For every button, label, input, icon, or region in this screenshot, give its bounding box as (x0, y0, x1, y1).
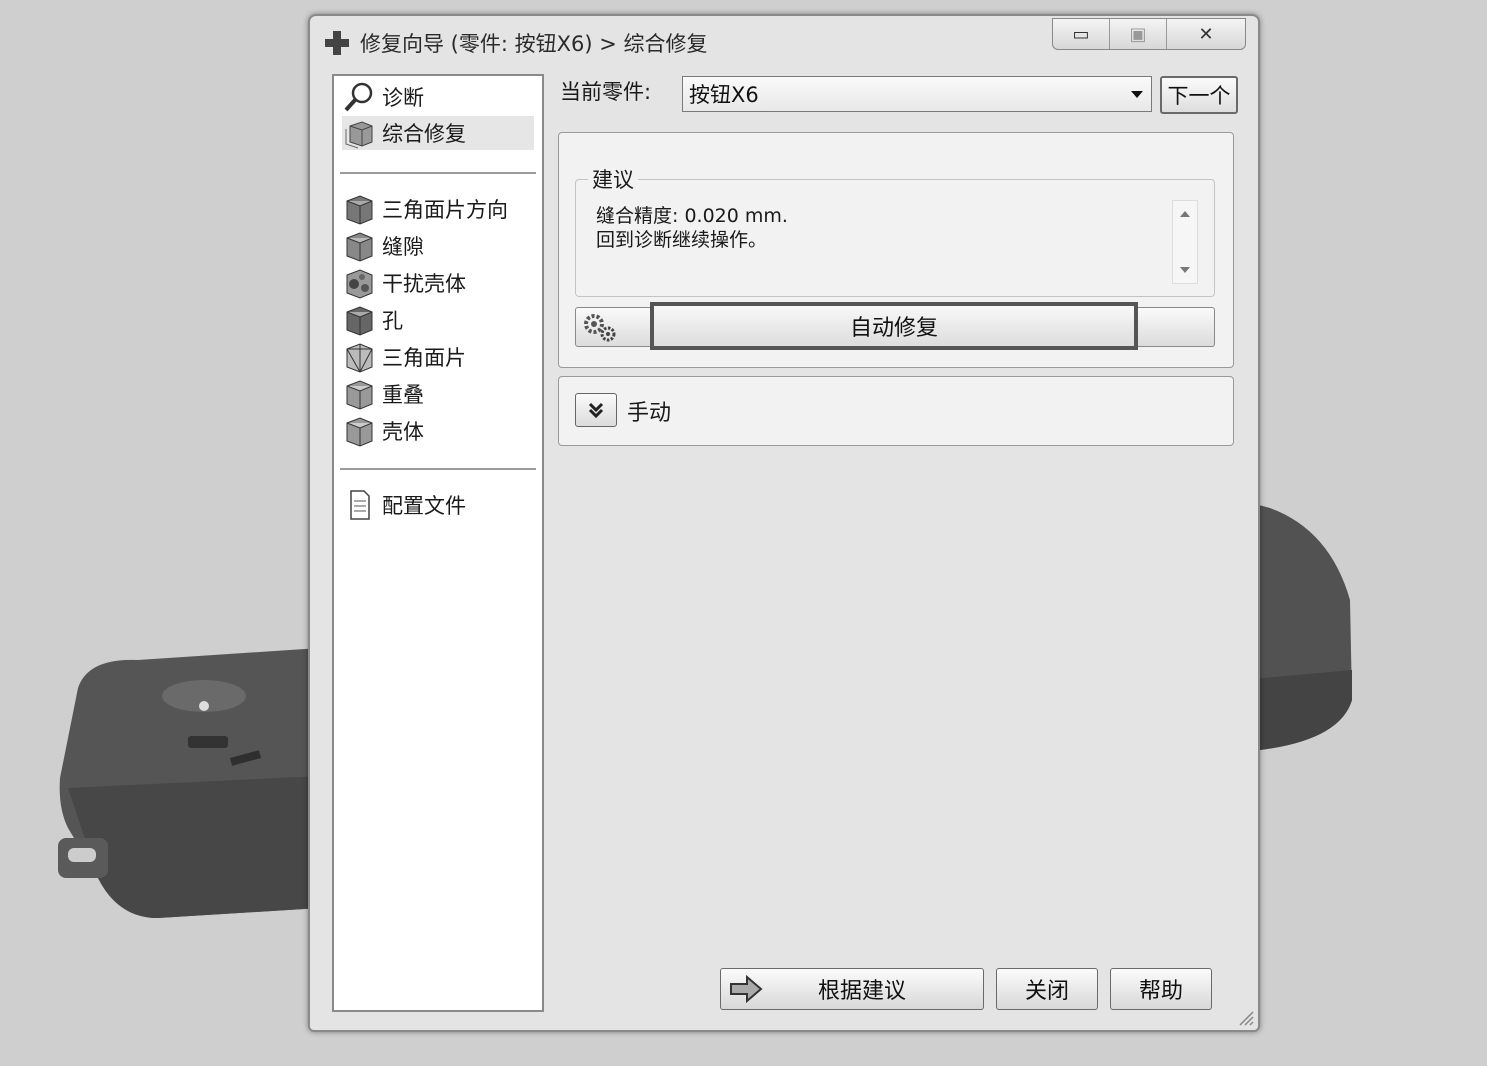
next-button[interactable]: 下一个 (1160, 76, 1238, 114)
suggestion-line-1: 缝合精度: 0.020 mm. (596, 205, 788, 227)
title-bar: 修复向导 (零件: 按钮X6) > 综合修复 ▭ ▣ ✕ (310, 16, 1258, 68)
sidebar-item-interfering-shells[interactable]: 干扰壳体 (342, 266, 466, 300)
sidebar-item-label: 三角面片方向 (382, 198, 508, 222)
gears-icon (584, 314, 616, 342)
dropdown-arrow-icon (1131, 91, 1143, 98)
suggestion-panel: 建议 缝合精度: 0.020 mm. 回到诊断继续操作。 自动修复 (558, 132, 1234, 368)
window-title: 修复向导 (零件: 按钮X6) > 综合修复 (360, 32, 708, 56)
suggestion-group: 建议 缝合精度: 0.020 mm. 回到诊断继续操作。 (575, 164, 1215, 297)
sidebar-item-profile[interactable]: 配置文件 (342, 488, 466, 522)
sidebar-item-comprehensive-repair[interactable]: 综合修复 (342, 116, 534, 150)
current-part-label: 当前零件: (560, 80, 652, 104)
sidebar-item-overlap[interactable]: 重叠 (342, 377, 424, 411)
cube-icon (346, 306, 373, 336)
suggestion-title: 建议 (588, 164, 638, 194)
magnifier-icon (344, 82, 373, 112)
sidebar-item-label: 综合修复 (382, 122, 466, 146)
apply-suggestion-button[interactable]: 根据建议 (720, 968, 984, 1010)
cube-icon (346, 380, 373, 410)
double-chevron-down-icon (588, 402, 604, 419)
close-window-button[interactable]: ✕ (1167, 19, 1245, 49)
sidebar-item-shells[interactable]: 壳体 (342, 414, 424, 448)
cube-icon (346, 232, 373, 262)
cube-stack-icon (345, 121, 373, 149)
close-icon: ✕ (1198, 23, 1214, 45)
sidebar-divider (340, 172, 536, 174)
suggestion-text: 缝合精度: 0.020 mm. 回到诊断继续操作。 (596, 204, 788, 252)
app-icon (325, 31, 349, 55)
sidebar-item-label: 壳体 (382, 420, 424, 444)
cube-icon (346, 417, 373, 447)
manual-section: 手动 (558, 376, 1234, 446)
maximize-icon: ▣ (1129, 23, 1147, 45)
document-icon (350, 490, 370, 520)
sidebar-item-label: 缝隙 (382, 235, 424, 259)
suggestion-scrollbar[interactable] (1172, 200, 1198, 284)
wireframe-cube-icon (346, 343, 373, 373)
current-part-dropdown[interactable]: 按钮X6 (682, 76, 1152, 112)
close-button[interactable]: 关闭 (996, 968, 1098, 1010)
sidebar-item-triangle-orientation[interactable]: 三角面片方向 (342, 192, 508, 226)
minimize-button[interactable]: ▭ (1053, 19, 1110, 49)
sidebar-item-triangles[interactable]: 三角面片 (342, 340, 466, 374)
maximize-button[interactable]: ▣ (1110, 19, 1167, 49)
auto-fix-bar: 自动修复 (575, 302, 1215, 350)
cube-icon (346, 195, 373, 225)
sidebar-item-label: 干扰壳体 (382, 272, 466, 296)
scroll-up-icon[interactable] (1180, 211, 1190, 217)
sidebar-item-gaps[interactable]: 缝隙 (342, 229, 424, 263)
sidebar-item-label: 孔 (382, 309, 403, 333)
sidebar-divider (340, 468, 536, 470)
expand-manual-button[interactable] (575, 393, 617, 427)
sidebar-nav: 诊断 综合修复 三角面片方向 缝隙 干扰壳体 孔 三角面片 重叠 壳体 配置文件 (332, 74, 544, 1012)
sidebar-item-label: 诊断 (382, 86, 424, 110)
auto-fix-button[interactable]: 自动修复 (650, 302, 1138, 350)
current-part-value: 按钮X6 (689, 83, 759, 107)
sidebar-item-label: 配置文件 (382, 494, 466, 518)
arrow-right-icon (730, 974, 763, 1004)
minimize-icon: ▭ (1072, 23, 1090, 45)
window-controls: ▭ ▣ ✕ (1052, 18, 1246, 50)
help-button[interactable]: 帮助 (1110, 968, 1212, 1010)
sidebar-item-holes[interactable]: 孔 (342, 303, 403, 337)
sidebar-item-diagnose[interactable]: 诊断 (342, 80, 424, 114)
repair-wizard-window: 修复向导 (零件: 按钮X6) > 综合修复 ▭ ▣ ✕ 诊断 综合修复 三角面… (308, 14, 1260, 1032)
apply-suggestion-label: 根据建议 (817, 979, 906, 1004)
3d-model-left (58, 648, 320, 918)
suggestion-line-2: 回到诊断继续操作。 (596, 229, 768, 251)
sidebar-item-label: 三角面片 (382, 346, 466, 370)
manual-label: 手动 (627, 401, 672, 426)
gear-cube-icon (346, 269, 373, 299)
sidebar-item-label: 重叠 (382, 383, 424, 407)
scroll-down-icon[interactable] (1180, 267, 1190, 273)
resize-grip-icon[interactable] (1236, 1008, 1254, 1026)
